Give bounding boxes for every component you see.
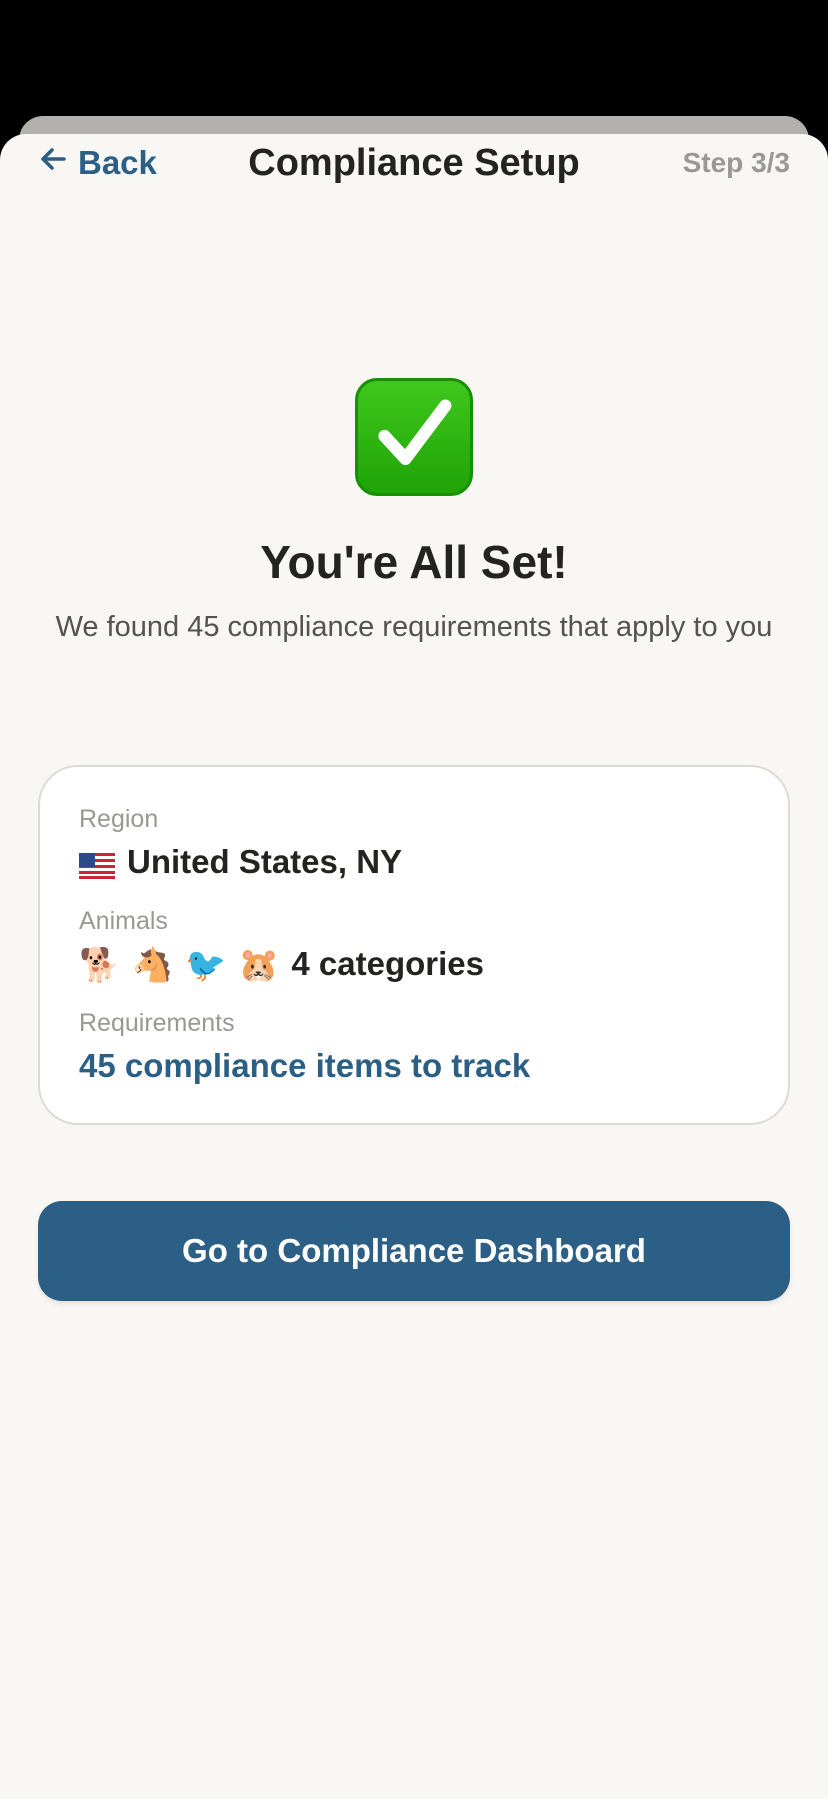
success-heading: You're All Set! — [260, 536, 568, 588]
requirements-label: Requirements — [79, 1009, 235, 1037]
check-mark-button-icon — [355, 378, 473, 496]
region-value-row: United States, NY — [79, 843, 402, 881]
arrow-left-icon — [38, 144, 68, 182]
hamster-icon: 🐹 — [238, 944, 280, 984]
requirements-value: 45 compliance items to track — [79, 1047, 531, 1084]
animals-value-row: 🐕 🐴 🐦 🐹 4 categories — [79, 945, 484, 983]
region-label: Region — [79, 805, 159, 833]
back-label: Back — [78, 144, 157, 181]
summary-card: Region United States, NY Animals 🐕 🐴 🐦 🐹… — [38, 765, 790, 1125]
region-value: United States, NY — [127, 843, 403, 880]
us-flag-icon — [79, 849, 115, 879]
header: Compliance Setup Back Step 3/3 — [0, 133, 828, 193]
animals-label: Animals — [79, 907, 168, 935]
success-subtitle: We found 45 compliance requirements that… — [55, 611, 773, 643]
step-indicator: Step 3/3 — [682, 147, 790, 178]
horse-icon: 🐴 — [132, 944, 174, 984]
go-to-dashboard-button[interactable]: Go to Compliance Dashboard — [38, 1201, 790, 1301]
back-button[interactable]: Back — [38, 143, 157, 183]
animals-value: 4 categories — [291, 945, 484, 982]
bird-icon: 🐦 — [185, 944, 227, 984]
dog-icon: 🐕 — [79, 944, 121, 984]
